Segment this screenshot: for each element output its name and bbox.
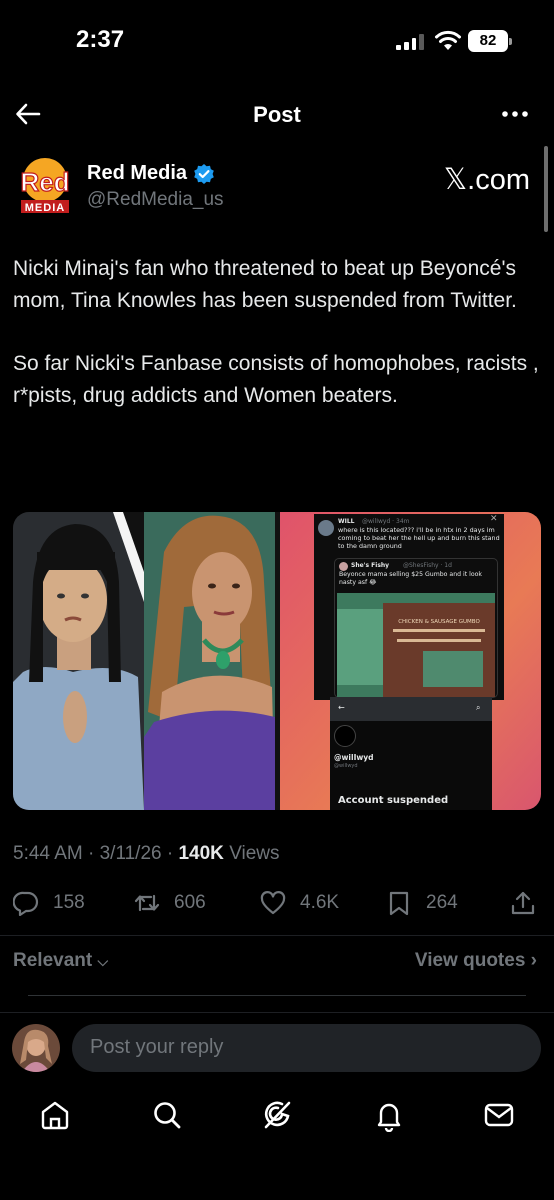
current-user-avatar[interactable] <box>12 1024 60 1072</box>
search-icon[interactable] <box>150 1098 184 1132</box>
view-quotes-link[interactable]: View quotes › <box>415 950 537 972</box>
divider <box>28 995 526 996</box>
media-photo-2[interactable] <box>144 512 275 810</box>
media-photo-3[interactable]: WILL @wilIwyd · 34m ✕ where is this loca… <box>280 512 541 810</box>
suspended-search-icon: ⌕ <box>476 703 481 712</box>
source-label: 𝕏.com <box>443 164 530 196</box>
suspended-handle-small: @wilIwyd <box>334 763 358 769</box>
suspended-handle: @wilIwyd <box>334 753 374 762</box>
embedded-avatar <box>318 520 334 536</box>
cellular-signal-icon <box>396 34 424 50</box>
meta-separator: · <box>166 843 174 864</box>
logo-text-bottom: MEDIA <box>25 202 65 214</box>
post-meta: 5:44 AM · 3/11/26 · 140K Views <box>13 843 280 865</box>
status-bar: 2:37 82 <box>0 0 554 80</box>
reply-composer: Post your reply <box>0 1024 554 1074</box>
bottom-nav <box>0 1090 554 1150</box>
reply-icon <box>13 891 39 916</box>
divider <box>0 1012 554 1013</box>
scrollbar[interactable] <box>544 146 548 232</box>
embedded-top-name: WILL <box>338 518 355 525</box>
status-time: 2:37 <box>76 26 125 53</box>
tweet-paragraph: Nicki Minaj's fan who threatened to beat… <box>13 257 517 312</box>
reply-count: 158 <box>53 892 85 913</box>
account-suspended-label: Account suspended <box>338 795 449 806</box>
like-icon <box>260 891 286 915</box>
wifi-icon <box>435 30 461 50</box>
post-header: Post <box>0 90 554 140</box>
reply-button[interactable]: 158 <box>13 885 85 921</box>
repost-count: 606 <box>174 892 206 913</box>
quoted-avatar <box>339 562 348 571</box>
close-icon: ✕ <box>490 514 498 524</box>
messages-icon[interactable] <box>482 1098 516 1132</box>
logo-text-top: Red <box>20 167 69 197</box>
home-icon[interactable] <box>38 1098 72 1132</box>
media-photo-1[interactable] <box>13 512 144 810</box>
battery-indicator: 82 <box>468 30 512 52</box>
tweet-paragraph: So far Nicki's Fanbase consists of homop… <box>13 352 539 407</box>
embedded-quoted-name: She's Fishy <box>351 562 390 569</box>
repost-button[interactable]: 606 <box>134 885 206 921</box>
divider <box>0 935 554 936</box>
repost-icon <box>134 894 160 912</box>
embedded-tweet-card: WILL @wilIwyd · 34m ✕ where is this loca… <box>314 514 504 700</box>
more-icon[interactable] <box>500 100 530 128</box>
gumbo-stand-photo: CHICKEN & SAUSAGE GUMBO <box>337 593 495 697</box>
bookmark-count: 264 <box>426 892 458 913</box>
view-quotes-label: View quotes <box>414 950 526 971</box>
sign-text: CHICKEN & SAUSAGE GUMBO <box>398 619 480 625</box>
page-title: Post <box>253 102 301 127</box>
meta-separator: · <box>88 843 95 864</box>
author-avatar[interactable]: Red MEDIA <box>20 158 70 214</box>
suspended-avatar <box>334 725 356 747</box>
post-author: Red MEDIA Red Media @RedMedia_us 𝕏.com <box>0 150 554 220</box>
embedded-top-text: where is this located??? i'll be in htx … <box>338 526 500 550</box>
like-button[interactable]: 4.6K <box>260 885 339 921</box>
tweet-media[interactable]: WILL @wilIwyd · 34m ✕ where is this loca… <box>13 512 541 810</box>
sort-dropdown[interactable]: Relevant ⌵ <box>13 950 108 972</box>
post-date: 3/11/26 <box>99 843 162 864</box>
sort-label: Relevant <box>13 950 93 971</box>
notifications-icon[interactable] <box>372 1098 406 1132</box>
reply-input[interactable]: Post your reply <box>72 1024 541 1072</box>
author-handle[interactable]: @RedMedia_us <box>87 189 224 211</box>
verified-badge-icon <box>194 163 214 184</box>
share-button[interactable] <box>510 885 536 921</box>
chevron-right-icon: › <box>530 950 537 971</box>
bookmark-icon <box>389 891 409 916</box>
suspended-account-card: ← ⌕ @wilIwyd @wilIwyd Account suspended <box>330 697 492 810</box>
bookmark-button[interactable]: 264 <box>386 885 458 921</box>
share-icon <box>511 891 535 915</box>
embedded-quoted-handle: @ShesFishy · 1d <box>403 562 452 569</box>
like-count: 4.6K <box>300 892 340 913</box>
tweet-text: Nicki Minaj's fan who threatened to beat… <box>13 253 543 443</box>
reply-filters: Relevant ⌵ View quotes › <box>13 948 541 978</box>
chevron-down-icon: ⌵ <box>97 953 109 969</box>
embedded-top-handle: @wilIwyd · 34m <box>362 518 410 525</box>
suspended-header-bar <box>330 697 492 721</box>
suspended-back-icon: ← <box>338 703 345 712</box>
views-count: 140K <box>178 843 224 864</box>
embedded-quote-card: She's Fishy @ShesFishy · 1d Beyonce mama… <box>334 558 498 698</box>
author-name[interactable]: Red Media <box>87 162 187 185</box>
views-label: Views <box>229 843 280 864</box>
grok-icon[interactable] <box>260 1098 294 1132</box>
embedded-quoted-text: Beyonce mama selling $25 Gumbo and it lo… <box>339 571 482 586</box>
post-actions: 158 606 4.6K 264 <box>0 885 554 925</box>
post-time: 5:44 AM <box>13 843 83 864</box>
